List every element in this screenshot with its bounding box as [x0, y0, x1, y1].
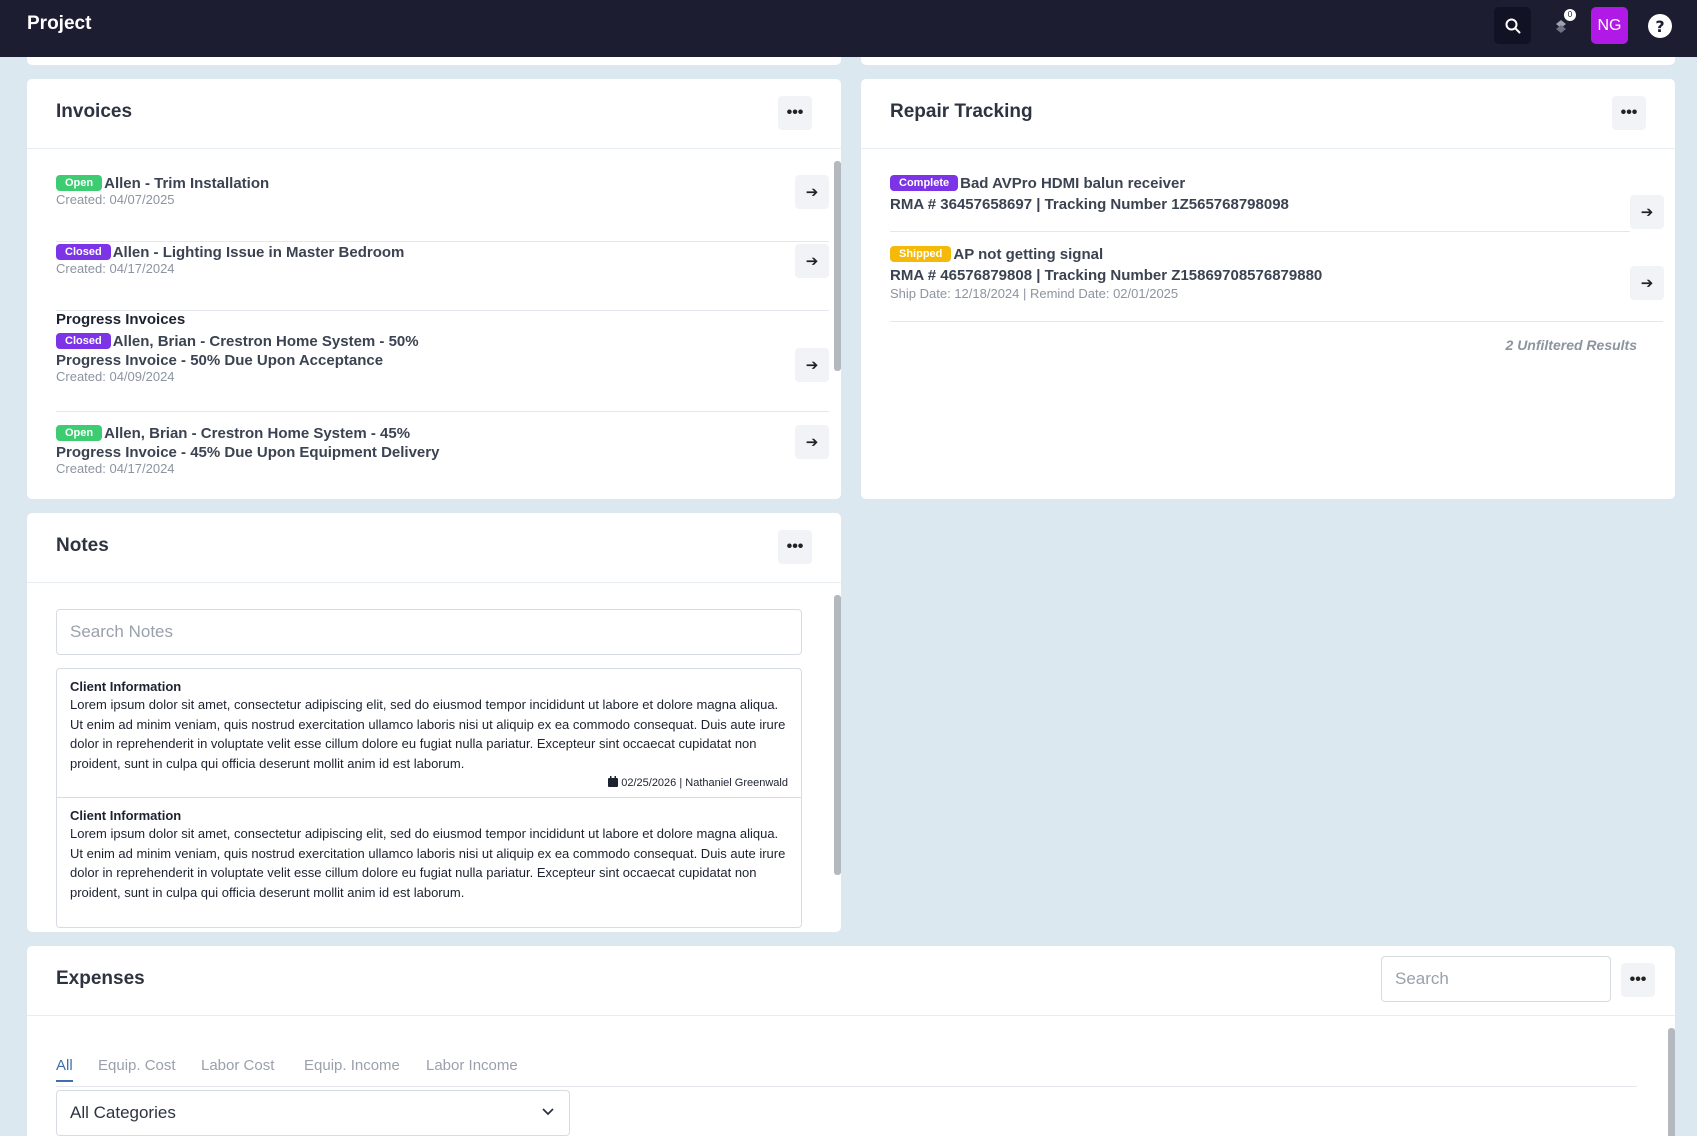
notes-menu-button[interactable]: •••	[778, 530, 812, 564]
expenses-menu-button[interactable]: •••	[1621, 963, 1655, 997]
invoice-item[interactable]: Closed Allen - Lighting Issue in Master B…	[56, 244, 829, 311]
repair-name: Bad AVPro HDMI balun receiver	[960, 175, 1186, 192]
invoice-name: Allen, Brian - Crestron Home System - 50…	[112, 333, 419, 350]
invoices-title: Invoices	[56, 101, 133, 122]
invoice-detail: Progress Invoice - 50% Due Upon Acceptan…	[56, 352, 384, 370]
repair-rma: RMA # 46576879808 | Tracking Number Z158…	[890, 267, 1323, 285]
expense-tabs: All Equip. Cost Labor Cost Equip. Income…	[56, 1057, 1637, 1087]
progress-invoices-title: Progress Invoices	[56, 311, 186, 328]
note-date-author: 02/25/2026 | Nathaniel Greenwald	[621, 777, 788, 789]
status-badge: Closed	[56, 333, 111, 350]
progress-invoice-item[interactable]: Progress Invoices Closed Allen, Brian - C…	[56, 311, 829, 412]
status-badge: Shipped	[890, 246, 952, 263]
open-invoice-button[interactable]: ➔	[795, 175, 829, 209]
note-title: Client Information	[70, 808, 182, 823]
invoice-item[interactable]: Open Allen - Trim Installation Created: 0…	[56, 175, 829, 242]
repair-item[interactable]: Shipped AP not getting signal RMA # 46576…	[890, 246, 1664, 322]
note-meta: 02/25/2026 | Nathaniel Greenwald	[70, 776, 788, 789]
chevron-down-icon	[542, 1108, 554, 1116]
search-icon	[1505, 18, 1520, 33]
search-button[interactable]	[1494, 7, 1531, 44]
note-item[interactable]: Client Information Lorem ipsum dolor sit…	[57, 669, 801, 798]
app-title: Project	[27, 13, 92, 34]
repair-rma: RMA # 36457658697 | Tracking Number 1Z56…	[890, 196, 1289, 214]
note-item[interactable]: Client Information Lorem ipsum dolor sit…	[57, 798, 801, 910]
svg-text:?: ?	[1655, 17, 1664, 36]
invoices-menu-button[interactable]: •••	[778, 96, 812, 130]
invoice-created: Created: 04/09/2024	[56, 369, 175, 385]
progress-invoice-item[interactable]: Open Allen, Brian - Crestron Home System …	[56, 425, 829, 499]
status-badge: Complete	[890, 175, 959, 192]
open-repair-button[interactable]: ➔	[1630, 266, 1664, 300]
note-body: Lorem ipsum dolor sit amet, consectetur …	[70, 826, 786, 900]
invoice-created: Created: 04/17/2024	[56, 461, 175, 477]
notes-scrollbar[interactable]	[834, 595, 841, 875]
invoices-header: Invoices •••	[27, 79, 841, 149]
repair-header: Repair Tracking •••	[861, 79, 1675, 149]
tab-labor-cost[interactable]: Labor Cost	[201, 1057, 274, 1074]
repair-title: Repair Tracking	[890, 101, 1033, 122]
top-bar: Project 0 NG ?	[0, 0, 1697, 57]
search-notes-input[interactable]: Search Notes	[56, 609, 802, 655]
repair-name: AP not getting signal	[953, 246, 1104, 263]
open-invoice-button[interactable]: ➔	[795, 244, 829, 278]
open-invoice-button[interactable]: ➔	[795, 348, 829, 382]
notes-header: Notes •••	[27, 513, 841, 583]
invoices-card: Invoices ••• Open Allen - Trim Installati…	[27, 79, 841, 499]
invoice-created: Created: 04/17/2024	[56, 261, 175, 277]
tab-equip-income[interactable]: Equip. Income	[304, 1057, 400, 1074]
expenses-search-input[interactable]: Search	[1381, 956, 1611, 1002]
help-button[interactable]: ?	[1641, 7, 1678, 44]
calendar-icon	[608, 776, 619, 787]
expenses-title: Expenses	[56, 968, 145, 989]
help-icon: ?	[1647, 13, 1672, 38]
expenses-scrollbar[interactable]	[1668, 1028, 1675, 1136]
invoice-created: Created: 04/07/2025	[56, 192, 175, 208]
user-avatar[interactable]: NG	[1591, 7, 1628, 44]
note-title: Client Information	[70, 679, 182, 694]
tab-all[interactable]: All	[56, 1057, 73, 1082]
card-strip-right	[861, 57, 1675, 65]
results-count: 2 Unfiltered Results	[1505, 337, 1637, 353]
status-badge: Closed	[56, 244, 111, 261]
notification-count: 0	[1564, 9, 1576, 21]
open-repair-button[interactable]: ➔	[1630, 195, 1664, 229]
notes-title: Notes	[56, 535, 109, 556]
invoice-name: Allen, Brian - Crestron Home System - 45…	[104, 425, 411, 442]
open-invoice-button[interactable]: ➔	[795, 425, 829, 459]
notifications-button[interactable]: 0	[1542, 7, 1579, 44]
repair-dates: Ship Date: 12/18/2024 | Remind Date: 02/…	[890, 286, 1179, 302]
category-select[interactable]: All Categories	[56, 1090, 570, 1136]
notes-list: Client Information Lorem ipsum dolor sit…	[56, 668, 802, 928]
tab-labor-income[interactable]: Labor Income	[426, 1057, 518, 1074]
notes-card: Notes ••• Search Notes Client Informatio…	[27, 513, 841, 932]
category-select-value: All Categories	[70, 1103, 176, 1122]
status-badge: Open	[56, 175, 103, 192]
invoice-detail: Progress Invoice - 45% Due Upon Equipmen…	[56, 444, 440, 462]
repair-tracking-card: Repair Tracking ••• Complete Bad AVPro HD…	[861, 79, 1675, 499]
card-strip-left	[27, 57, 841, 65]
tab-equip-cost[interactable]: Equip. Cost	[98, 1057, 176, 1074]
repair-item[interactable]: Complete Bad AVPro HDMI balun receiver RM…	[890, 175, 1664, 232]
expenses-header: Expenses Search •••	[27, 946, 1675, 1016]
expenses-card: Expenses Search ••• All Equip. Cost Labo…	[27, 946, 1675, 1136]
status-badge: Open	[56, 425, 103, 442]
note-body: Lorem ipsum dolor sit amet, consectetur …	[70, 697, 786, 771]
invoice-name: Allen - Lighting Issue in Master Bedroom	[112, 244, 405, 261]
repair-menu-button[interactable]: •••	[1612, 96, 1646, 130]
invoice-name: Allen - Trim Installation	[104, 175, 270, 192]
invoices-scrollbar[interactable]	[834, 161, 841, 371]
